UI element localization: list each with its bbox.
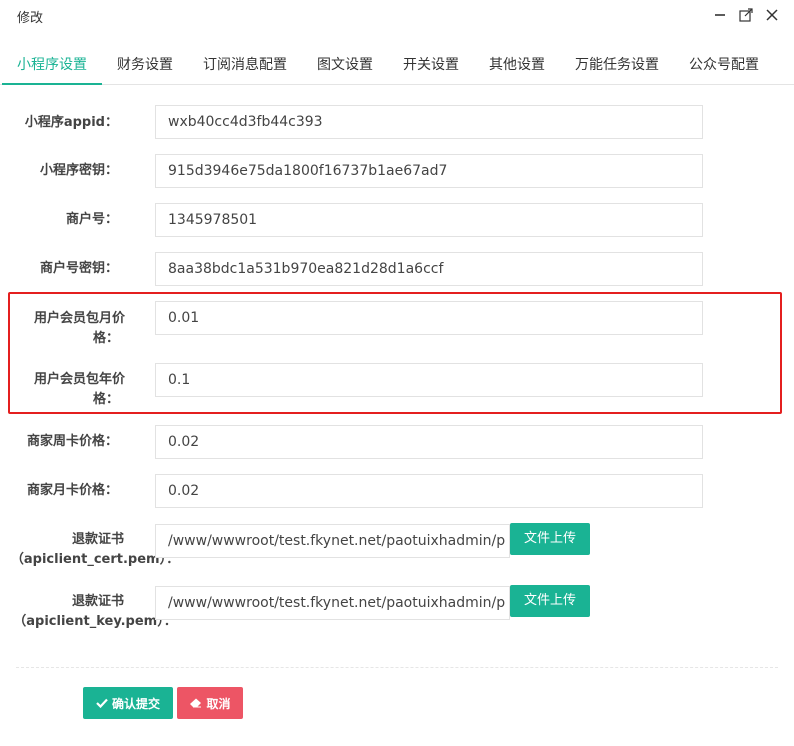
tab-image-text[interactable]: 图文设置 (310, 44, 380, 85)
merchant-key-label: 商户号密钥： (39, 261, 118, 276)
tab-switches[interactable]: 开关设置 (396, 44, 466, 85)
cancel-button-label: 取消 (206, 696, 231, 711)
member-year-price-input[interactable]: 0.1 (155, 363, 703, 397)
submit-button[interactable]: 确认提交 (83, 687, 173, 719)
merchant-id-input[interactable]: 1345978501 (155, 203, 703, 237)
shop-month-price-input[interactable]: 0.02 (155, 474, 703, 508)
secret-input[interactable]: 915d3946e75da1800f16737b1ae67ad7 (155, 154, 703, 188)
shop-week-price-input[interactable]: 0.02 (155, 425, 703, 459)
close-icon[interactable] (765, 8, 779, 22)
submit-button-label: 确认提交 (111, 696, 160, 711)
merchant-key-input[interactable]: 8aa38bdc1a531b970ea821d28d1a6ccf (155, 252, 703, 286)
appid-input[interactable]: wxb40cc4d3fb44c393 (155, 105, 703, 139)
member-month-price-label: 用户会员包月价 格： (33, 311, 125, 346)
merchant-id-label: 商户号： (65, 212, 118, 227)
tab-mini-program[interactable]: 小程序设置 (2, 44, 102, 85)
title-bar: 修改 (0, 0, 794, 32)
refund-cert-upload-button[interactable]: 文件上传 (510, 523, 590, 555)
shop-month-price-label: 商家月卡价格： (26, 483, 118, 498)
shop-week-price-label: 商家周卡价格： (26, 434, 118, 449)
check-icon (96, 698, 108, 708)
appid-label: 小程序appid： (24, 115, 118, 130)
form-divider (16, 667, 778, 668)
tab-universal-task[interactable]: 万能任务设置 (568, 44, 666, 85)
refund-cert-input[interactable]: /www/wwwroot/test.fkynet.net/paotuixhadm… (155, 524, 510, 558)
member-year-price-label: 用户会员包年价 格： (33, 372, 125, 407)
settings-tabs: 小程序设置 财务设置 订阅消息配置 图文设置 开关设置 其他设置 万能任务设置 … (0, 44, 794, 85)
member-month-price-input[interactable]: 0.01 (155, 301, 703, 335)
maximize-icon[interactable] (739, 8, 753, 22)
cancel-button[interactable]: 取消 (177, 687, 243, 719)
refund-key-upload-button[interactable]: 文件上传 (510, 585, 590, 617)
tab-finance[interactable]: 财务设置 (110, 44, 180, 85)
refund-key-input[interactable]: /www/wwwroot/test.fkynet.net/paotuixhadm… (155, 586, 510, 620)
window-title: 修改 (17, 11, 44, 26)
tab-official-account[interactable]: 公众号配置 (682, 44, 766, 85)
secret-label: 小程序密钥： (39, 163, 118, 178)
tab-subscription-message[interactable]: 订阅消息配置 (196, 44, 294, 85)
tab-other[interactable]: 其他设置 (482, 44, 552, 85)
eraser-icon (189, 698, 202, 708)
minimize-icon[interactable] (713, 8, 727, 22)
